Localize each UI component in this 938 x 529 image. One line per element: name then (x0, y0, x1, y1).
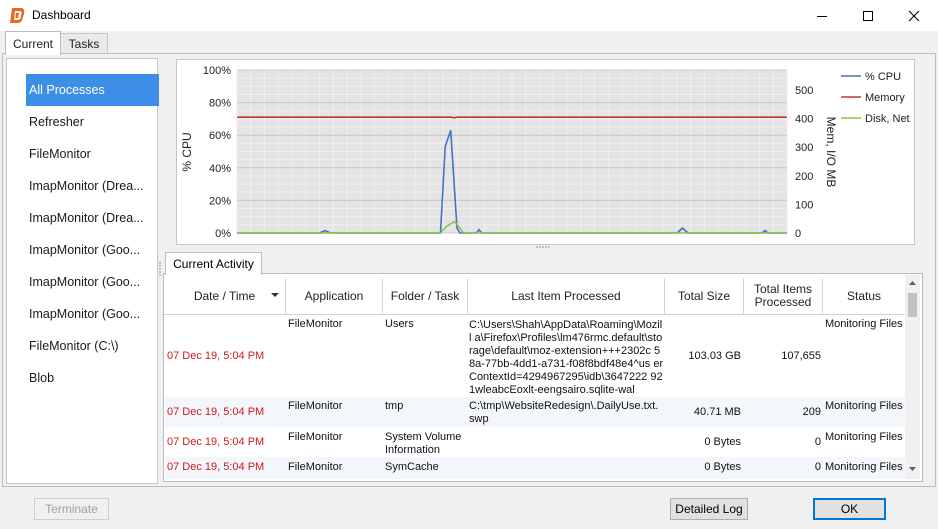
process-item[interactable]: ImapMonitor (Goo... (26, 234, 159, 266)
chart-series-line (237, 116, 787, 119)
vertical-splitter-grip-icon[interactable] (158, 262, 162, 276)
chart-legend: % CPU Memory Disk, Net (841, 71, 910, 125)
column-header-folder[interactable]: Folder / Task (383, 278, 468, 314)
column-header-last-item[interactable]: Last Item Processed (468, 278, 665, 314)
tab-current-activity[interactable]: Current Activity (165, 252, 262, 275)
cell-count: 0 (814, 461, 821, 473)
process-item-all[interactable]: All Processes (26, 74, 159, 106)
activity-table: Date / Time Application Folder / Task La… (163, 273, 923, 482)
chart-left-axis-label: % CPU (180, 132, 194, 171)
chart-left-tick-label: 100% (203, 65, 231, 77)
chart-legend-label: Disk, Net (865, 113, 910, 125)
chart-left-tick-label: 40% (209, 163, 231, 175)
process-item[interactable]: ImapMonitor (Drea... (26, 170, 159, 202)
scroll-thumb[interactable] (908, 293, 917, 317)
process-item[interactable]: ImapMonitor (Goo... (26, 266, 159, 298)
detailed-log-button[interactable]: Detailed Log (670, 498, 748, 520)
scroll-up-icon[interactable] (909, 281, 916, 285)
column-header-total-size[interactable]: Total Size (665, 278, 744, 314)
ok-button[interactable]: OK (813, 498, 886, 520)
process-item[interactable]: Blob (26, 362, 159, 394)
chart-legend-label: Memory (865, 92, 905, 104)
cell-app: FileMonitor (288, 461, 343, 473)
cell-count: 107,655 (781, 350, 821, 362)
process-item[interactable]: ImapMonitor (Goo... (26, 298, 159, 330)
cell-folder: Users (385, 318, 414, 330)
scroll-down-icon[interactable] (909, 467, 916, 471)
chart-right-tick-label: 0 (795, 228, 801, 240)
cell-app: FileMonitor (288, 400, 343, 412)
cell-size: 40.71 MB (693, 406, 741, 418)
cell-folder: tmp (385, 400, 404, 412)
chart-legend-label: % CPU (865, 71, 901, 83)
title-bar (0, 0, 938, 31)
app-logo-icon (10, 8, 25, 23)
column-header-status[interactable]: Status (823, 278, 905, 314)
chart-left-tick-label: 20% (209, 195, 231, 207)
chart-left-tick-label: 0% (215, 228, 231, 240)
cell-status: Monitoring Files (825, 461, 903, 473)
cell-size: 103.03 GB (688, 350, 741, 362)
chart-right-tick-label: 100 (795, 199, 813, 211)
chart-right-axis-label: Mem, I/O MB (824, 117, 838, 188)
chart-left-tick-label: 80% (209, 98, 231, 110)
cell-app: FileMonitor (288, 318, 343, 330)
column-header-datetime[interactable]: Date / Time (164, 278, 286, 314)
cell-time: 07 Dec 19, 5:04 PM (167, 406, 265, 418)
process-item[interactable]: ImapMonitor (Drea... (26, 202, 159, 234)
cell-last-item: C:\tmp\WebsiteRedesign\.DailyUse.txt. sw… (469, 400, 659, 425)
cell-time: 07 Dec 19, 5:04 PM (167, 461, 265, 473)
cell-size: 0 Bytes (704, 436, 741, 448)
cell-last-item: C:\Users\Shah\AppData\Roaming\Mozill a\F… (469, 319, 664, 396)
column-header-application[interactable]: Application (286, 278, 383, 314)
close-button[interactable] (891, 0, 937, 31)
minimize-button[interactable] (799, 0, 845, 31)
tab-current[interactable]: Current (5, 31, 61, 55)
cell-status: Monitoring Files (825, 431, 903, 443)
column-header-total-items[interactable]: Total Items Processed (744, 278, 823, 314)
cell-status: Monitoring Files (825, 318, 903, 330)
chart-left-tick-label: 60% (209, 130, 231, 142)
column-header-label: Date / Time (193, 288, 256, 303)
chart-right-tick-label: 300 (795, 142, 813, 154)
tab-tasks[interactable]: Tasks (60, 33, 108, 54)
cell-app: FileMonitor (288, 431, 343, 443)
chart-right-tick-label: 400 (795, 114, 813, 126)
process-item[interactable]: Refresher (26, 106, 159, 138)
cell-status: Monitoring Files (825, 400, 903, 412)
cell-count: 209 (802, 406, 821, 418)
cell-time: 07 Dec 19, 5:04 PM (167, 436, 265, 448)
cell-size: 0 Bytes (704, 461, 741, 473)
maximize-icon (863, 10, 873, 21)
chart-grid (236, 69, 788, 234)
chart-left-axis: 100% 80% 60% 40% 20% 0% (203, 65, 231, 240)
horizontal-splitter-grip-icon[interactable] (536, 245, 550, 249)
cell-folder: System Volume Information (385, 431, 462, 456)
chart-right-tick-label: 200 (795, 171, 813, 183)
close-icon (908, 10, 920, 21)
minimize-icon (817, 15, 827, 17)
performance-chart: 100% 80% 60% 40% 20% 0% 500 400 300 200 100 0 % CP… (176, 59, 915, 245)
window-title: Dashboard (32, 8, 91, 22)
cell-count: 0 (814, 436, 821, 448)
chart-right-tick-label: 500 (795, 85, 813, 97)
cell-folder: SymCache (385, 461, 439, 473)
process-item[interactable]: FileMonitor (C:\) (26, 330, 159, 362)
maximize-button[interactable] (845, 0, 891, 31)
sort-down-icon (271, 293, 279, 297)
chart-svg: 100% 80% 60% 40% 20% 0% 500 400 300 200 100 0 % CP… (180, 65, 910, 240)
chart-right-axis: 500 400 300 200 100 0 (795, 85, 813, 240)
cell-time: 07 Dec 19, 5:04 PM (167, 350, 265, 362)
table-scrollbar[interactable] (905, 275, 920, 479)
terminate-button[interactable]: Terminate (34, 498, 109, 520)
process-list[interactable]: All Processes Refresher FileMonitor Imap… (6, 58, 159, 484)
process-item[interactable]: FileMonitor (26, 138, 159, 170)
